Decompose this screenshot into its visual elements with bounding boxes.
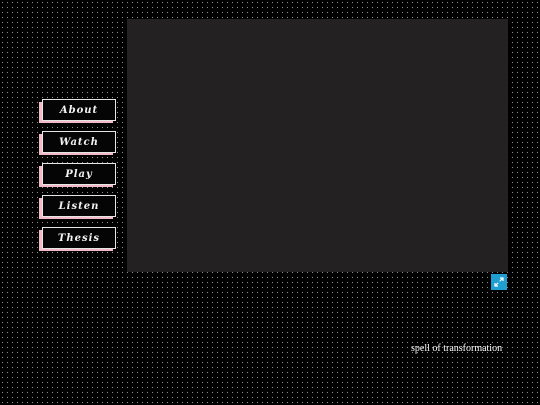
menu-button-label: Play <box>65 168 93 180</box>
caption-text: spell of transformation <box>411 343 503 354</box>
menu-button-watch[interactable]: Watch <box>39 131 117 157</box>
expand-arrows-icon <box>494 277 504 287</box>
menu-button-listen[interactable]: Listen <box>39 195 117 221</box>
button-face[interactable]: Play <box>42 163 116 185</box>
fullscreen-button[interactable] <box>491 274 507 290</box>
button-face[interactable]: About <box>42 99 116 121</box>
button-face[interactable]: Listen <box>42 195 116 217</box>
menu-button-label: Watch <box>59 136 99 148</box>
menu-button-label: Thesis <box>57 232 101 244</box>
side-menu: About Watch Play Listen Thesis <box>39 99 119 259</box>
menu-button-play[interactable]: Play <box>39 163 117 189</box>
button-face[interactable]: Watch <box>42 131 116 153</box>
button-face[interactable]: Thesis <box>42 227 116 249</box>
content-panel <box>127 19 508 272</box>
menu-button-label: Listen <box>58 200 100 212</box>
menu-button-thesis[interactable]: Thesis <box>39 227 117 253</box>
menu-button-about[interactable]: About <box>39 99 117 125</box>
menu-button-label: About <box>59 104 99 116</box>
